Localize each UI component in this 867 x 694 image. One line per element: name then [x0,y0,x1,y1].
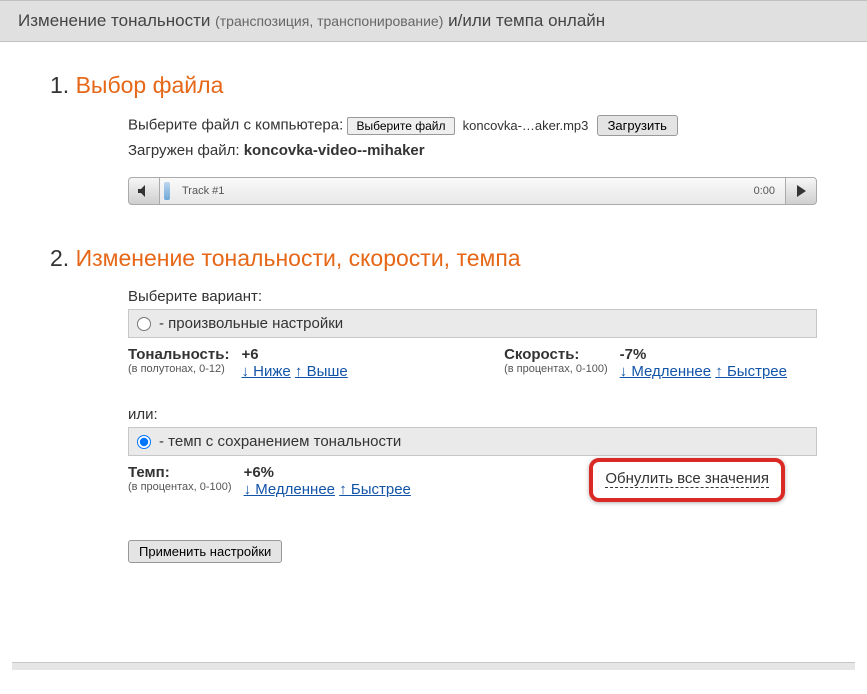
header-tail: и/или темпа онлайн [443,11,605,30]
section1-title: Выбор файла [76,72,224,98]
section1-num: 1. [50,72,76,98]
upload-button[interactable]: Загрузить [597,115,678,136]
choose-label: Выберите файл с компьютера: [128,116,347,133]
choose-variant-label: Выберите вариант: [128,288,817,305]
section2-num: 2. [50,245,76,271]
header-sub: (транспозиция, транспонирование) [215,13,443,29]
track-time: 0:00 [754,185,775,197]
loaded-file-row: Загружен файл: koncovka-video--mihaker [128,142,817,159]
tonality-lower-link[interactable]: ↓ Ниже [241,363,290,380]
page-header: Изменение тональности (транспозиция, тра… [0,0,867,42]
choose-file-button[interactable]: Выберите файл [347,117,454,135]
tempo-block: Темп: (в процентах, 0-100) +6% ↓ Медленн… [128,464,411,498]
speed-label: Скорость: [504,346,608,363]
speed-note: (в процентах, 0-100) [504,363,608,375]
file-select-row: Выберите файл с компьютера: Выберите фай… [128,115,817,136]
tempo-faster-link[interactable]: ↑ Быстрее [339,481,411,498]
section2-heading: 2. Изменение тональности, скорости, темп… [50,245,817,272]
tonality-label: Тональность: [128,346,229,363]
speed-value: -7% [620,346,787,363]
tonality-block: Тональность: (в полутонах, 0-12) +6 ↓ Ни… [128,346,348,380]
option1-label: - произвольные настройки [159,315,343,332]
tonality-value: +6 [241,346,347,363]
loaded-filename: koncovka-video--mihaker [244,142,425,159]
play-button[interactable] [785,177,817,205]
speed-faster-link[interactable]: ↑ Быстрее [715,363,787,380]
speed-slower-link[interactable]: ↓ Медленнее [620,363,711,380]
loaded-label: Загружен файл: [128,142,244,159]
tonality-note: (в полутонах, 0-12) [128,363,229,375]
tempo-slower-link[interactable]: ↓ Медленнее [244,481,335,498]
footer-divider [12,662,855,670]
option1-bar[interactable]: - произвольные настройки [128,309,817,338]
track-label: Track #1 [182,185,224,197]
tempo-value: +6% [244,464,411,481]
option1-radio[interactable] [137,317,151,331]
mute-button[interactable] [128,177,160,205]
or-label: или: [128,406,817,423]
reset-highlight: Обнулить все значения [589,458,785,502]
reset-all-link[interactable]: Обнулить все значения [605,470,769,488]
section1-heading: 1. Выбор файла [50,72,817,99]
chosen-filename: koncovka-…aker.mp3 [463,118,589,133]
player-track[interactable]: Track #1 0:00 [160,177,785,205]
tempo-note: (в процентах, 0-100) [128,481,232,493]
option2-radio[interactable] [137,435,151,449]
tonality-higher-link[interactable]: ↑ Выше [295,363,348,380]
section2-title: Изменение тональности, скорости, темпа [76,245,521,271]
progress-indicator [164,182,170,200]
play-icon [797,185,806,197]
header-main: Изменение тональности [18,11,215,30]
tempo-label: Темп: [128,464,232,481]
apply-settings-button[interactable]: Применить настройки [128,540,282,563]
speed-block: Скорость: (в процентах, 0-100) -7% ↓ Мед… [504,346,787,380]
audio-player: Track #1 0:00 [128,177,817,205]
option2-label: - темп с сохранением тональности [159,433,401,450]
option2-bar[interactable]: - темп с сохранением тональности [128,427,817,456]
